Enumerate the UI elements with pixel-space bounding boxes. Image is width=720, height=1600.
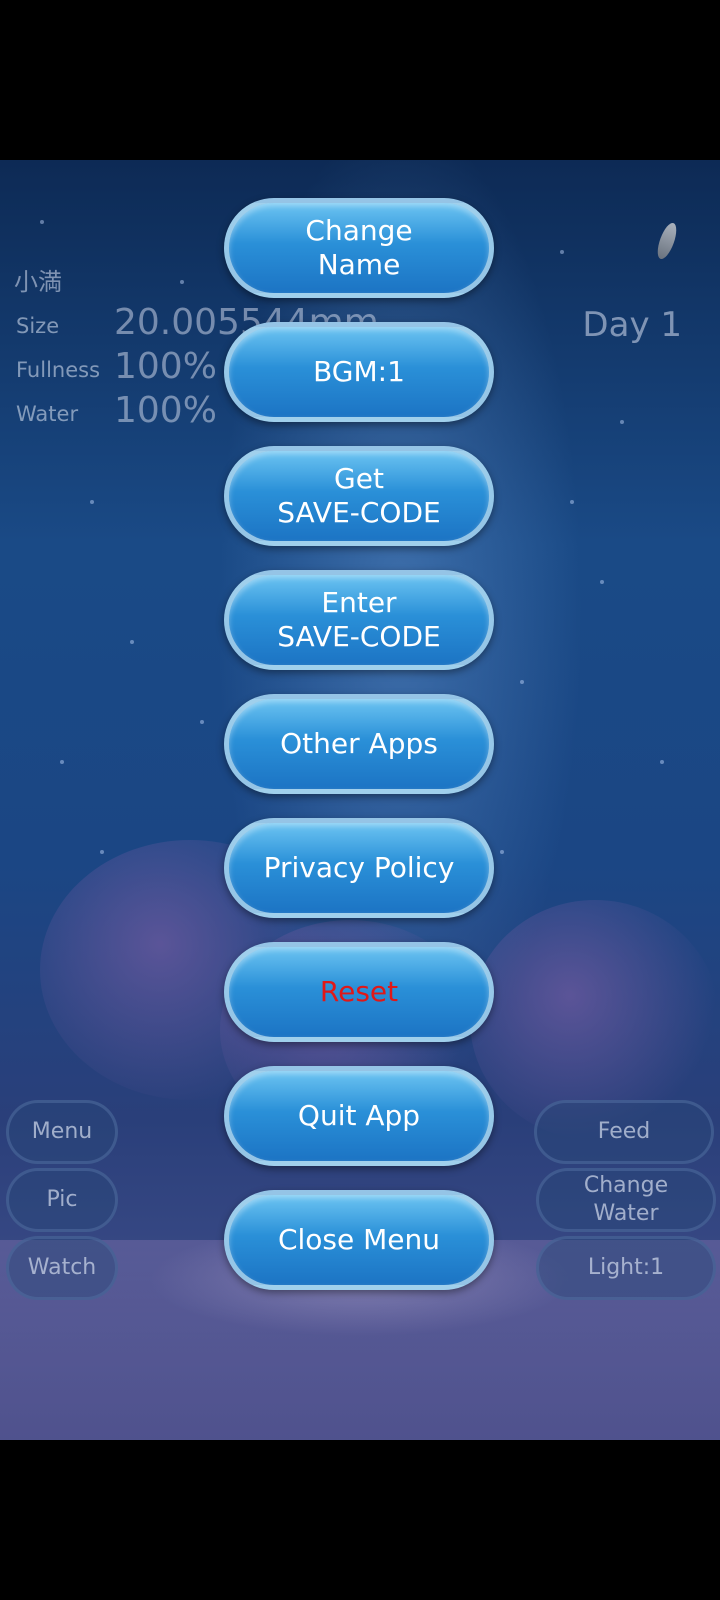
bgm-button[interactable]: BGM:1 xyxy=(224,322,494,422)
get-save-code-label: Get SAVE-CODE xyxy=(277,462,441,529)
close-menu-button[interactable]: Close Menu xyxy=(224,1190,494,1290)
bgm-label: BGM:1 xyxy=(313,355,405,388)
pic-label: Pic xyxy=(46,1187,78,1212)
reset-button[interactable]: Reset xyxy=(224,942,494,1042)
get-save-code-button[interactable]: Get SAVE-CODE xyxy=(224,446,494,546)
close-menu-label: Close Menu xyxy=(277,1223,441,1256)
fish-name: 小満 xyxy=(14,268,62,296)
watch-label: Watch xyxy=(27,1255,97,1280)
menu-label: Menu xyxy=(31,1119,93,1144)
quit-app-label: Quit App xyxy=(297,1099,421,1132)
water-value: 100% xyxy=(114,390,217,431)
other-apps-label: Other Apps xyxy=(280,727,438,760)
fullness-label: Fullness xyxy=(16,358,101,382)
change-name-button[interactable]: Change Name xyxy=(224,198,494,298)
size-label: Size xyxy=(16,314,60,338)
privacy-policy-button[interactable]: Privacy Policy xyxy=(224,818,494,918)
reset-label: Reset xyxy=(319,975,399,1008)
change-water-button[interactable]: Change Water xyxy=(536,1168,716,1232)
light-label: Light:1 xyxy=(587,1255,665,1280)
pic-button[interactable]: Pic xyxy=(6,1168,118,1232)
privacy-policy-label: Privacy Policy xyxy=(263,851,455,884)
other-apps-button[interactable]: Other Apps xyxy=(224,694,494,794)
fullness-value: 100% xyxy=(114,346,217,387)
watch-button[interactable]: Watch xyxy=(6,1236,118,1300)
light-button[interactable]: Light:1 xyxy=(536,1236,716,1300)
menu-button[interactable]: Menu xyxy=(6,1100,118,1164)
quit-app-button[interactable]: Quit App xyxy=(224,1066,494,1166)
water-label: Water xyxy=(16,402,79,426)
enter-save-code-button[interactable]: Enter SAVE-CODE xyxy=(224,570,494,670)
feed-label: Feed xyxy=(597,1119,651,1144)
app-screen: 小満 Size 20.005544mm Day 1 Fullness 100% … xyxy=(0,0,720,1600)
change-name-label: Change Name xyxy=(305,214,413,281)
day-counter: Day 1 xyxy=(582,305,682,345)
feed-button[interactable]: Feed xyxy=(534,1100,714,1164)
change-water-label: Change Water xyxy=(583,1173,669,1226)
enter-save-code-label: Enter SAVE-CODE xyxy=(277,586,441,653)
